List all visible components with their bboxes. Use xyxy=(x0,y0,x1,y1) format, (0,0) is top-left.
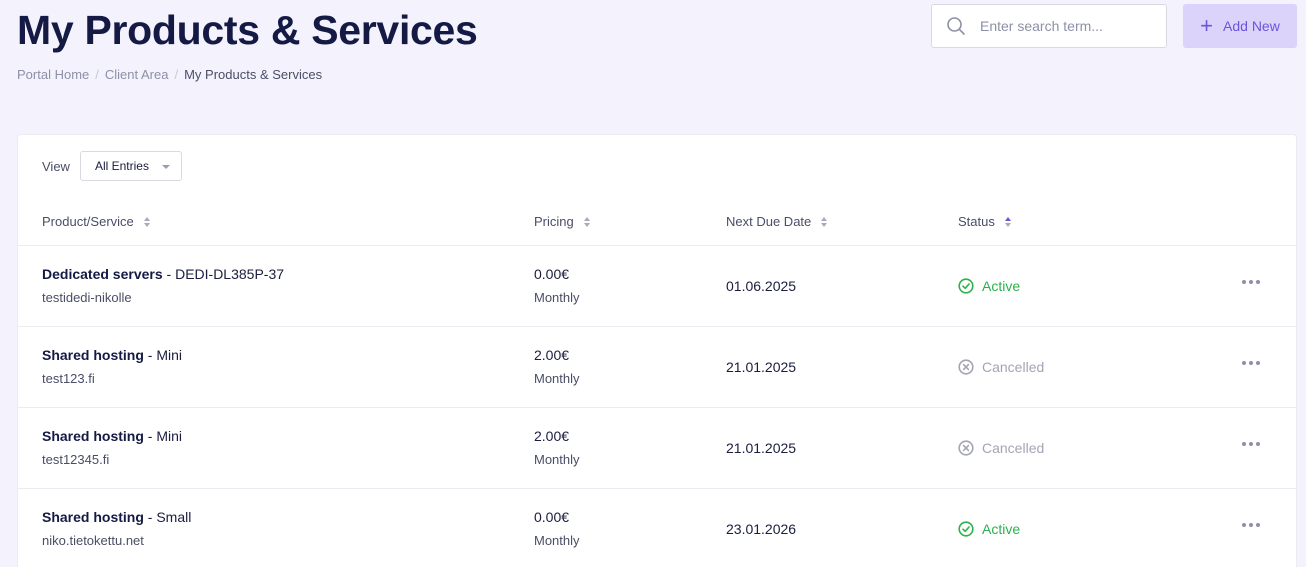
page-title: My Products & Services xyxy=(17,7,478,53)
table-row[interactable]: Shared hosting - Small niko.tietokettu.n… xyxy=(18,489,1296,567)
product-domain: test123.fi xyxy=(42,371,95,386)
breadcrumb-separator: / xyxy=(174,67,179,82)
product-group: Dedicated servers xyxy=(42,266,163,282)
column-header-label: Product/Service xyxy=(42,214,134,229)
product-domain: niko.tietokettu.net xyxy=(42,533,144,548)
status-badge: Cancelled xyxy=(958,359,1044,375)
column-header-product[interactable]: Product/Service xyxy=(42,214,150,229)
product-plan: - Small xyxy=(143,509,192,525)
sort-icon xyxy=(1004,216,1011,227)
next-due-date: 23.01.2026 xyxy=(726,521,797,537)
product-name: Dedicated servers - DEDI-DL385P-37 xyxy=(42,266,284,282)
view-select[interactable]: All Entries xyxy=(79,151,182,181)
pricing-cell: 0.00€ Monthly xyxy=(534,509,580,548)
breadcrumb-separator: / xyxy=(95,67,99,82)
product-domain: testidedi-nikolle xyxy=(42,290,132,305)
sort-icon xyxy=(143,216,150,227)
billing-cycle: Monthly xyxy=(534,452,580,467)
more-dots-icon[interactable] xyxy=(1242,442,1260,446)
price-amount: 0.00€ xyxy=(534,266,570,282)
product-cell: Shared hosting - Small niko.tietokettu.n… xyxy=(42,509,191,548)
search-box xyxy=(931,4,1167,48)
more-dots-icon[interactable] xyxy=(1242,523,1260,527)
sort-icon xyxy=(821,216,828,227)
product-cell: Dedicated servers - DEDI-DL385P-37 testi… xyxy=(42,266,284,305)
search-icon xyxy=(932,16,980,36)
product-name: Shared hosting - Small xyxy=(42,509,191,525)
x-circle-icon xyxy=(958,440,974,456)
product-plan: - DEDI-DL385P-37 xyxy=(162,266,285,282)
check-circle-icon xyxy=(958,521,974,537)
view-label: View xyxy=(42,158,70,174)
next-due-date: 21.01.2025 xyxy=(726,359,797,375)
more-dots-icon[interactable] xyxy=(1242,280,1260,284)
sort-icon xyxy=(583,216,590,227)
column-header-pricing[interactable]: Pricing xyxy=(534,214,590,229)
table-row[interactable]: Shared hosting - Mini test123.fi 2.00€ M… xyxy=(18,327,1296,408)
product-plan: - Mini xyxy=(143,428,183,444)
status-label: Cancelled xyxy=(982,440,1045,456)
check-circle-icon xyxy=(958,278,974,294)
product-cell: Shared hosting - Mini test12345.fi xyxy=(42,428,182,467)
add-new-button[interactable]: + Add New xyxy=(1183,4,1297,48)
status-badge: Cancelled xyxy=(958,440,1044,456)
product-name: Shared hosting - Mini xyxy=(42,428,182,444)
add-new-label: Add New xyxy=(1223,18,1280,34)
column-header-label: Status xyxy=(958,214,995,229)
status-badge: Active xyxy=(958,278,1020,294)
product-group: Shared hosting xyxy=(42,509,144,525)
x-circle-icon xyxy=(958,359,974,375)
price-amount: 2.00€ xyxy=(534,347,570,363)
price-amount: 2.00€ xyxy=(534,428,570,444)
product-plan: - Mini xyxy=(143,347,183,363)
status-label: Active xyxy=(982,278,1021,294)
column-header-label: Next Due Date xyxy=(726,214,812,229)
breadcrumb-current: My Products & Services xyxy=(184,67,323,82)
column-header-status[interactable]: Status xyxy=(958,214,1011,229)
product-group: Shared hosting xyxy=(42,347,144,363)
billing-cycle: Monthly xyxy=(534,290,580,305)
column-header-next-due-date[interactable]: Next Due Date xyxy=(726,214,828,229)
breadcrumb: Portal Home / Client Area / My Products … xyxy=(17,67,322,82)
table-row[interactable]: Dedicated servers - DEDI-DL385P-37 testi… xyxy=(18,246,1296,327)
breadcrumb-portal-home[interactable]: Portal Home xyxy=(17,67,89,82)
next-due-date: 21.01.2025 xyxy=(726,440,797,456)
product-name: Shared hosting - Mini xyxy=(42,347,182,363)
product-group: Shared hosting xyxy=(42,428,144,444)
next-due-date: 01.06.2025 xyxy=(726,278,797,294)
view-select-value: All Entries xyxy=(94,159,149,173)
more-dots-icon[interactable] xyxy=(1242,361,1260,365)
caret-down-icon xyxy=(161,165,170,169)
product-cell: Shared hosting - Mini test123.fi xyxy=(42,347,182,386)
pricing-cell: 2.00€ Monthly xyxy=(534,428,580,467)
status-label: Active xyxy=(982,521,1021,537)
status-label: Cancelled xyxy=(982,359,1045,375)
table-row[interactable]: Shared hosting - Mini test12345.fi 2.00€… xyxy=(18,408,1296,489)
billing-cycle: Monthly xyxy=(534,371,580,386)
breadcrumb-client-area[interactable]: Client Area xyxy=(105,67,169,82)
plus-icon: + xyxy=(1200,13,1214,38)
column-header-label: Pricing xyxy=(534,214,574,229)
price-amount: 0.00€ xyxy=(534,509,570,525)
pricing-cell: 2.00€ Monthly xyxy=(534,347,580,386)
view-filter: View All Entries xyxy=(42,151,182,181)
pricing-cell: 0.00€ Monthly xyxy=(534,266,580,305)
products-table-card: View All Entries Product/Service Pricing… xyxy=(17,134,1297,567)
billing-cycle: Monthly xyxy=(534,533,580,548)
status-badge: Active xyxy=(958,521,1020,537)
search-input[interactable] xyxy=(980,18,1150,34)
product-domain: test12345.fi xyxy=(42,452,110,467)
